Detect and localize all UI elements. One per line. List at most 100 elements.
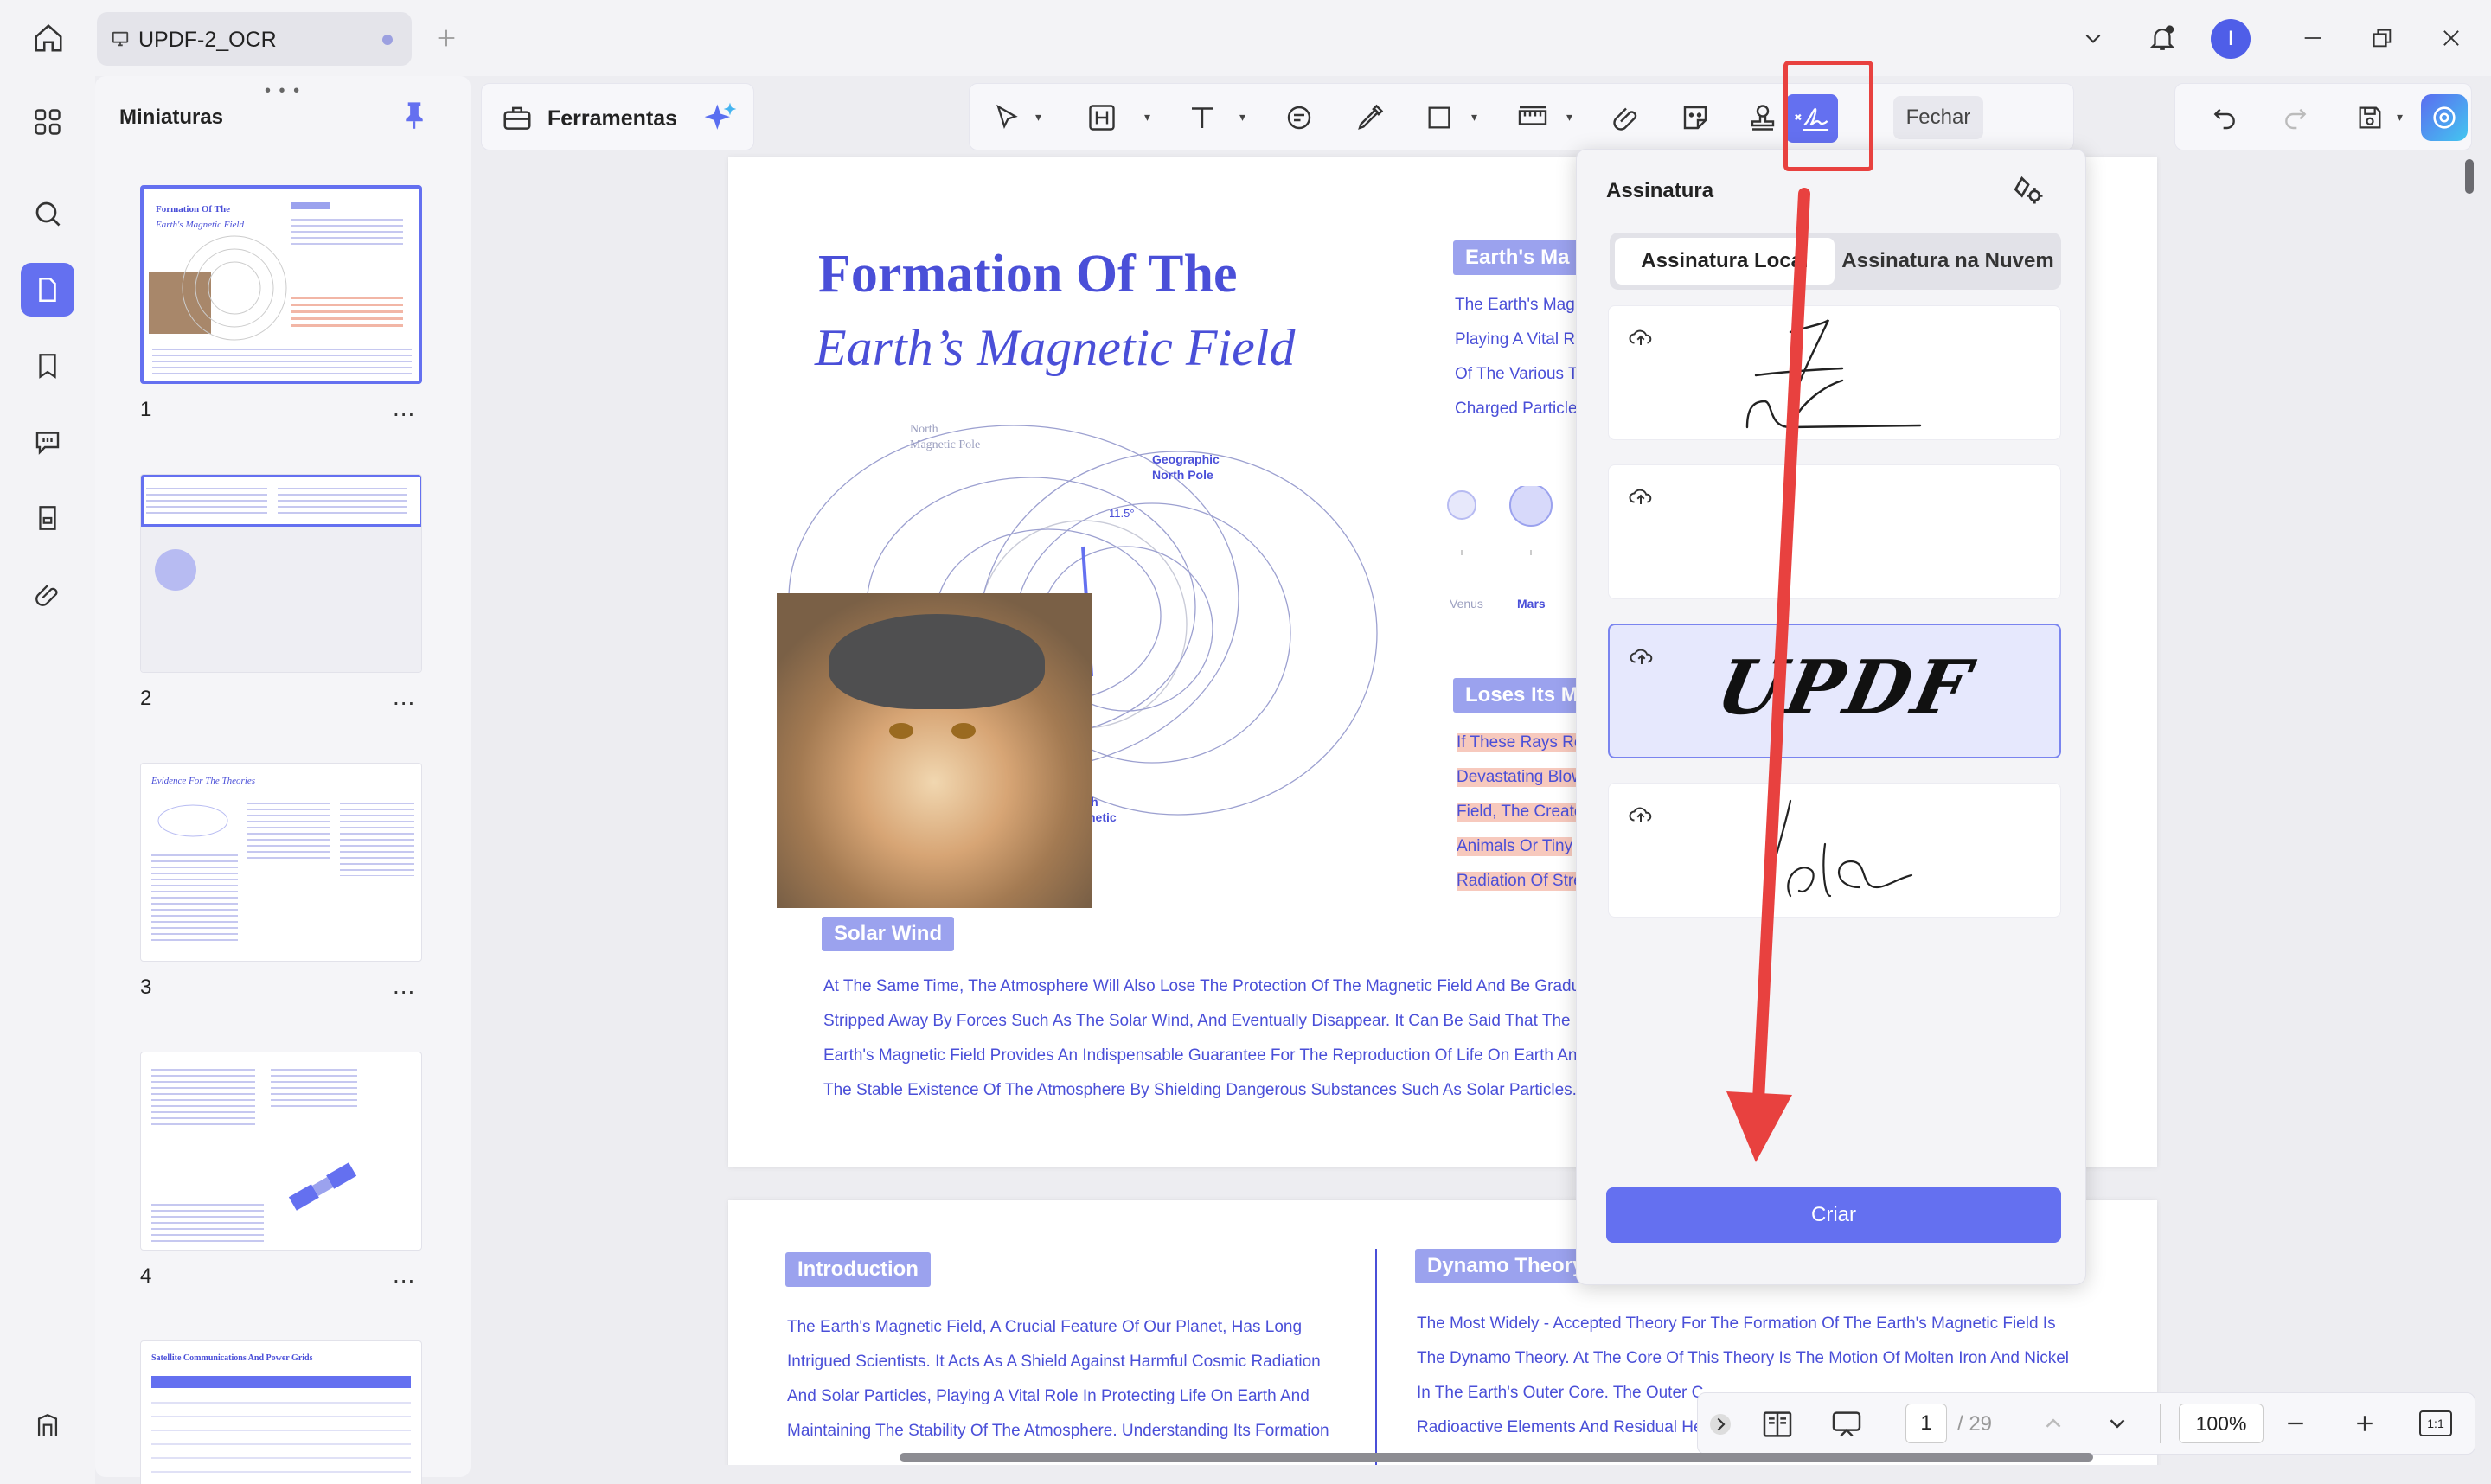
form-icon[interactable] <box>21 491 74 545</box>
cloud-upload-icon[interactable] <box>1628 325 1654 348</box>
text-line: And Solar Particles, Playing A Vital Rol… <box>787 1387 1310 1405</box>
next-page-icon[interactable] <box>2104 1410 2130 1436</box>
signature-settings-icon[interactable] <box>2009 170 2047 208</box>
zoom-in-icon[interactable] <box>2352 1410 2378 1436</box>
thumbnail-page-1[interactable]: Formation Of The Earth's Magnetic Field <box>140 185 422 384</box>
signature-card-1[interactable] <box>1608 305 2061 440</box>
section-tag-earth: Earth's Ma <box>1453 240 1582 275</box>
text-line: The Earth's Mag <box>1455 296 1575 314</box>
geographic-north-label-2: North Pole <box>1152 468 1213 482</box>
home-icon[interactable] <box>24 14 73 62</box>
angle-label: 11.5° <box>1109 507 1135 520</box>
cat-eye <box>951 723 976 739</box>
text-line: Maintaining The Stability Of The Atmosph… <box>787 1422 1329 1440</box>
section-tag-introduction: Introduction <box>785 1252 931 1287</box>
thumbnail-number: 1 <box>140 398 152 421</box>
thumbnail-page-3[interactable]: Evidence For The Theories <box>140 763 422 962</box>
close-tool-button[interactable]: Fechar <box>1893 96 1983 139</box>
chevron-down-icon[interactable]: ▾ <box>1471 110 1477 125</box>
thumbnails-title: Miniaturas <box>119 106 224 129</box>
vertical-scrollbar[interactable] <box>2465 159 2474 194</box>
save-icon[interactable] <box>2350 98 2390 138</box>
presentation-icon[interactable] <box>1829 1407 1864 1442</box>
highlight-text-icon[interactable] <box>1082 98 1122 138</box>
thumb-table <box>151 1390 411 1476</box>
cloud-upload-icon[interactable] <box>1628 803 1654 825</box>
text-line: Playing A Vital R <box>1455 330 1576 349</box>
zoom-out-icon[interactable] <box>2283 1410 2308 1436</box>
restore-icon[interactable] <box>2358 14 2406 62</box>
thumbnail-more-button[interactable]: ... <box>393 1261 415 1289</box>
apps-grid-icon[interactable] <box>21 95 74 149</box>
signature-card-4[interactable] <box>1608 783 2061 918</box>
signature-drawing-1 <box>1745 319 1922 429</box>
thumbnail-page-2[interactable] <box>140 474 422 673</box>
pen-icon[interactable] <box>1350 98 1390 138</box>
chevron-down-icon[interactable]: ▾ <box>1035 110 1041 125</box>
highlighted-text-line: Radiation Of Stre <box>1457 872 1583 891</box>
chevron-down-icon[interactable]: ▾ <box>2397 110 2403 125</box>
stamp-icon[interactable] <box>1743 98 1783 138</box>
thumbnail-more-button[interactable]: ... <box>393 972 415 1000</box>
ai-sparkle-icon[interactable] <box>701 99 740 138</box>
ai-assistant-icon[interactable] <box>2421 94 2468 141</box>
tab-local-signature[interactable]: Assinatura Local <box>1615 238 1835 285</box>
thumbnail-more-button[interactable]: ... <box>393 683 415 711</box>
thumb-satellite <box>288 1162 357 1211</box>
actual-size-button[interactable]: 1:1 <box>2419 1410 2452 1436</box>
thumbnails-panel: • • • Miniaturas Formation Of The Earth'… <box>95 76 471 1484</box>
thumb-text <box>151 1199 264 1243</box>
page-number-input[interactable]: 1 <box>1905 1404 1947 1443</box>
comment-icon[interactable] <box>21 415 74 469</box>
signature-card-2[interactable] <box>1608 464 2061 599</box>
comment-bubble-icon[interactable] <box>1279 98 1319 138</box>
expand-bar-icon[interactable] <box>1707 1410 1734 1438</box>
paperclip-icon[interactable] <box>1606 98 1646 138</box>
undo-icon[interactable] <box>2205 98 2244 138</box>
close-window-icon[interactable] <box>2427 14 2475 62</box>
redo-icon[interactable] <box>2276 98 2315 138</box>
chevron-down-icon[interactable]: ▾ <box>1144 110 1150 125</box>
cloud-upload-icon[interactable] <box>1628 484 1654 507</box>
chevron-down-icon[interactable]: ▾ <box>1239 110 1246 125</box>
chevron-down-icon[interactable] <box>2069 14 2117 62</box>
document-canvas[interactable]: Formation Of The Earth’s Magnetic Field … <box>476 150 2479 1465</box>
select-cursor-icon[interactable] <box>987 98 1027 138</box>
previous-page-icon[interactable] <box>2040 1410 2066 1436</box>
search-icon[interactable] <box>21 187 74 240</box>
layers-icon[interactable] <box>21 1399 74 1453</box>
tab-cloud-signature[interactable]: Assinatura na Nuvem <box>1838 238 2058 285</box>
thumbnail-page-4[interactable] <box>140 1052 422 1251</box>
sticker-icon[interactable] <box>1675 98 1715 138</box>
thumbnail-page-5[interactable]: Satellite Communications And Power Grids <box>140 1340 422 1484</box>
thumbnail-number: 4 <box>140 1264 152 1288</box>
pin-icon[interactable] <box>401 100 427 130</box>
notification-bell-icon[interactable] <box>2138 14 2187 62</box>
bookmark-icon[interactable] <box>21 339 74 393</box>
rectangle-shape-icon[interactable] <box>1419 98 1459 138</box>
horizontal-scrollbar[interactable] <box>900 1453 2093 1462</box>
thumb-table-header <box>151 1376 411 1388</box>
add-tab-icon[interactable] <box>422 14 471 62</box>
measure-ruler-icon[interactable] <box>1513 98 1553 138</box>
attachment-icon[interactable] <box>21 567 74 621</box>
zoom-level[interactable]: 100% <box>2179 1404 2264 1443</box>
panel-drag-handle[interactable]: • • • <box>265 81 301 101</box>
text-line: The Dynamo Theory. At The Core Of This T… <box>1417 1349 2070 1367</box>
tools-button[interactable]: Ferramentas <box>481 83 754 150</box>
cloud-upload-icon[interactable] <box>1629 644 1655 667</box>
thumbnail-more-button[interactable]: ... <box>393 394 415 422</box>
thumb-tag <box>291 202 330 209</box>
thumb-highlight <box>291 292 403 330</box>
thumb-text <box>151 850 238 945</box>
signature-card-3[interactable]: UPDF <box>1608 624 2061 758</box>
user-avatar[interactable]: I <box>2211 19 2251 59</box>
text-tool-icon[interactable] <box>1182 98 1222 138</box>
chevron-down-icon[interactable]: ▾ <box>1566 110 1572 125</box>
document-tab[interactable]: UPDF-2_OCR <box>97 12 412 66</box>
page-title-line1: Formation Of The <box>818 245 1238 304</box>
create-signature-button[interactable]: Criar <box>1606 1187 2061 1243</box>
thumbnails-page-icon[interactable] <box>21 263 74 317</box>
minimize-icon[interactable] <box>2289 14 2337 62</box>
page-layout-icon[interactable] <box>1760 1407 1795 1442</box>
